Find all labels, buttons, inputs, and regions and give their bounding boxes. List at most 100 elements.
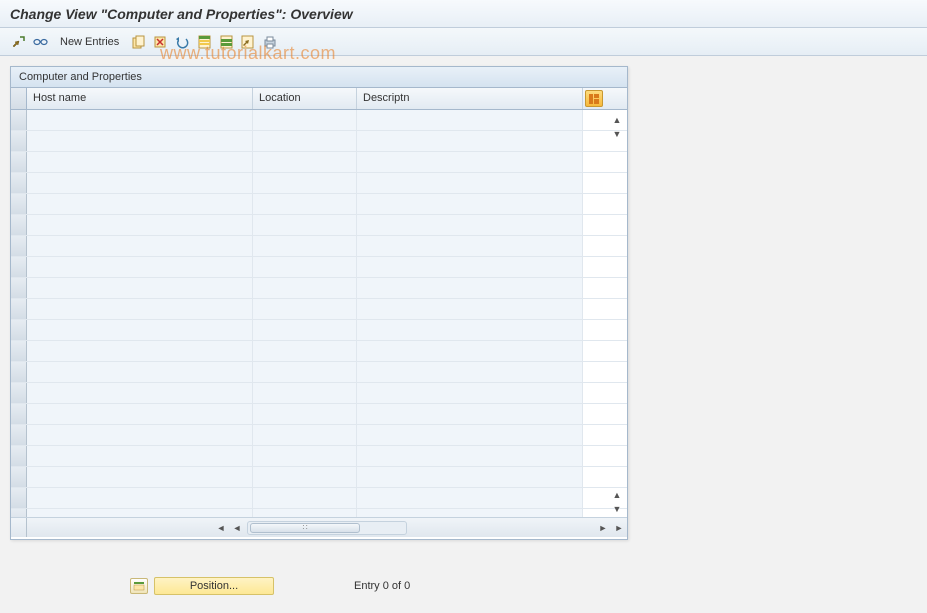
cell-description[interactable] [357, 278, 583, 298]
cell-description[interactable] [357, 341, 583, 361]
cell-description[interactable] [357, 194, 583, 214]
cell-hostname[interactable] [27, 362, 253, 382]
cell-description[interactable] [357, 467, 583, 487]
scroll-first-icon[interactable]: ◄ [213, 520, 229, 536]
row-selector[interactable] [11, 299, 27, 319]
cell-location[interactable] [253, 467, 357, 487]
cell-location[interactable] [253, 383, 357, 403]
scroll-up-icon[interactable]: ▲ [610, 488, 624, 502]
cell-description[interactable] [357, 404, 583, 424]
row-selector[interactable] [11, 194, 27, 214]
cell-location[interactable] [253, 257, 357, 277]
cell-location[interactable] [253, 215, 357, 235]
cell-description[interactable] [357, 446, 583, 466]
cell-location[interactable] [253, 362, 357, 382]
undo-icon[interactable] [173, 33, 191, 51]
row-selector[interactable] [11, 425, 27, 445]
cell-location[interactable] [253, 131, 357, 151]
cell-description[interactable] [357, 215, 583, 235]
scroll-right-icon[interactable]: ► [595, 520, 611, 536]
new-entries-button[interactable]: New Entries [54, 36, 125, 48]
cell-location[interactable] [253, 509, 357, 517]
cell-description[interactable] [357, 257, 583, 277]
deselect-icon[interactable] [239, 33, 257, 51]
cell-description[interactable] [357, 383, 583, 403]
cell-location[interactable] [253, 404, 357, 424]
row-selector[interactable] [11, 173, 27, 193]
row-selector-header[interactable] [11, 88, 27, 109]
cell-hostname[interactable] [27, 215, 253, 235]
cell-description[interactable] [357, 509, 583, 517]
row-selector[interactable] [11, 236, 27, 256]
select-block-icon[interactable] [217, 33, 235, 51]
print-icon[interactable] [261, 33, 279, 51]
row-selector[interactable] [11, 404, 27, 424]
row-selector[interactable] [11, 446, 27, 466]
row-selector[interactable] [11, 488, 27, 508]
row-selector[interactable] [11, 152, 27, 172]
cell-description[interactable] [357, 131, 583, 151]
cell-hostname[interactable] [27, 320, 253, 340]
delete-icon[interactable] [151, 33, 169, 51]
cell-location[interactable] [253, 488, 357, 508]
column-header-description[interactable]: Descriptn [357, 88, 583, 109]
cell-location[interactable] [253, 341, 357, 361]
cell-location[interactable] [253, 320, 357, 340]
cell-description[interactable] [357, 173, 583, 193]
cell-hostname[interactable] [27, 236, 253, 256]
row-selector[interactable] [11, 110, 27, 130]
cell-hostname[interactable] [27, 110, 253, 130]
position-button[interactable]: Position... [130, 577, 274, 595]
cell-hostname[interactable] [27, 383, 253, 403]
horizontal-scroll-track[interactable]: ∷ [247, 521, 407, 535]
column-header-location[interactable]: Location [253, 88, 357, 109]
scroll-left-icon[interactable]: ◄ [229, 520, 245, 536]
cell-description[interactable] [357, 320, 583, 340]
cell-description[interactable] [357, 152, 583, 172]
cell-hostname[interactable] [27, 488, 253, 508]
row-selector[interactable] [11, 467, 27, 487]
toggle-display-icon[interactable] [10, 33, 28, 51]
cell-description[interactable] [357, 425, 583, 445]
cell-hostname[interactable] [27, 257, 253, 277]
row-selector[interactable] [11, 215, 27, 235]
cell-description[interactable] [357, 299, 583, 319]
select-all-icon[interactable] [195, 33, 213, 51]
cell-location[interactable] [253, 236, 357, 256]
cell-description[interactable] [357, 488, 583, 508]
row-selector[interactable] [11, 362, 27, 382]
cell-hostname[interactable] [27, 278, 253, 298]
cell-hostname[interactable] [27, 152, 253, 172]
scroll-up-icon[interactable]: ▲ [610, 113, 624, 127]
cell-description[interactable] [357, 362, 583, 382]
cell-hostname[interactable] [27, 173, 253, 193]
cell-description[interactable] [357, 236, 583, 256]
cell-hostname[interactable] [27, 467, 253, 487]
row-selector[interactable] [11, 383, 27, 403]
row-selector[interactable] [11, 131, 27, 151]
cell-description[interactable] [357, 110, 583, 130]
cell-hostname[interactable] [27, 404, 253, 424]
row-selector[interactable] [11, 320, 27, 340]
cell-location[interactable] [253, 194, 357, 214]
cell-location[interactable] [253, 110, 357, 130]
cell-location[interactable] [253, 446, 357, 466]
horizontal-scroll-thumb[interactable]: ∷ [250, 523, 360, 533]
row-selector[interactable] [11, 341, 27, 361]
cell-hostname[interactable] [27, 509, 253, 517]
cell-hostname[interactable] [27, 131, 253, 151]
cell-hostname[interactable] [27, 194, 253, 214]
other-view-icon[interactable] [32, 33, 50, 51]
cell-hostname[interactable] [27, 425, 253, 445]
cell-hostname[interactable] [27, 341, 253, 361]
cell-hostname[interactable] [27, 299, 253, 319]
scroll-last-icon[interactable]: ► [611, 520, 627, 536]
cell-location[interactable] [253, 152, 357, 172]
column-header-hostname[interactable]: Host name [27, 88, 253, 109]
scroll-down-icon[interactable]: ▼ [610, 127, 624, 141]
table-settings-icon[interactable] [585, 90, 603, 107]
copy-icon[interactable] [129, 33, 147, 51]
row-selector[interactable] [11, 509, 27, 517]
cell-location[interactable] [253, 299, 357, 319]
cell-location[interactable] [253, 425, 357, 445]
